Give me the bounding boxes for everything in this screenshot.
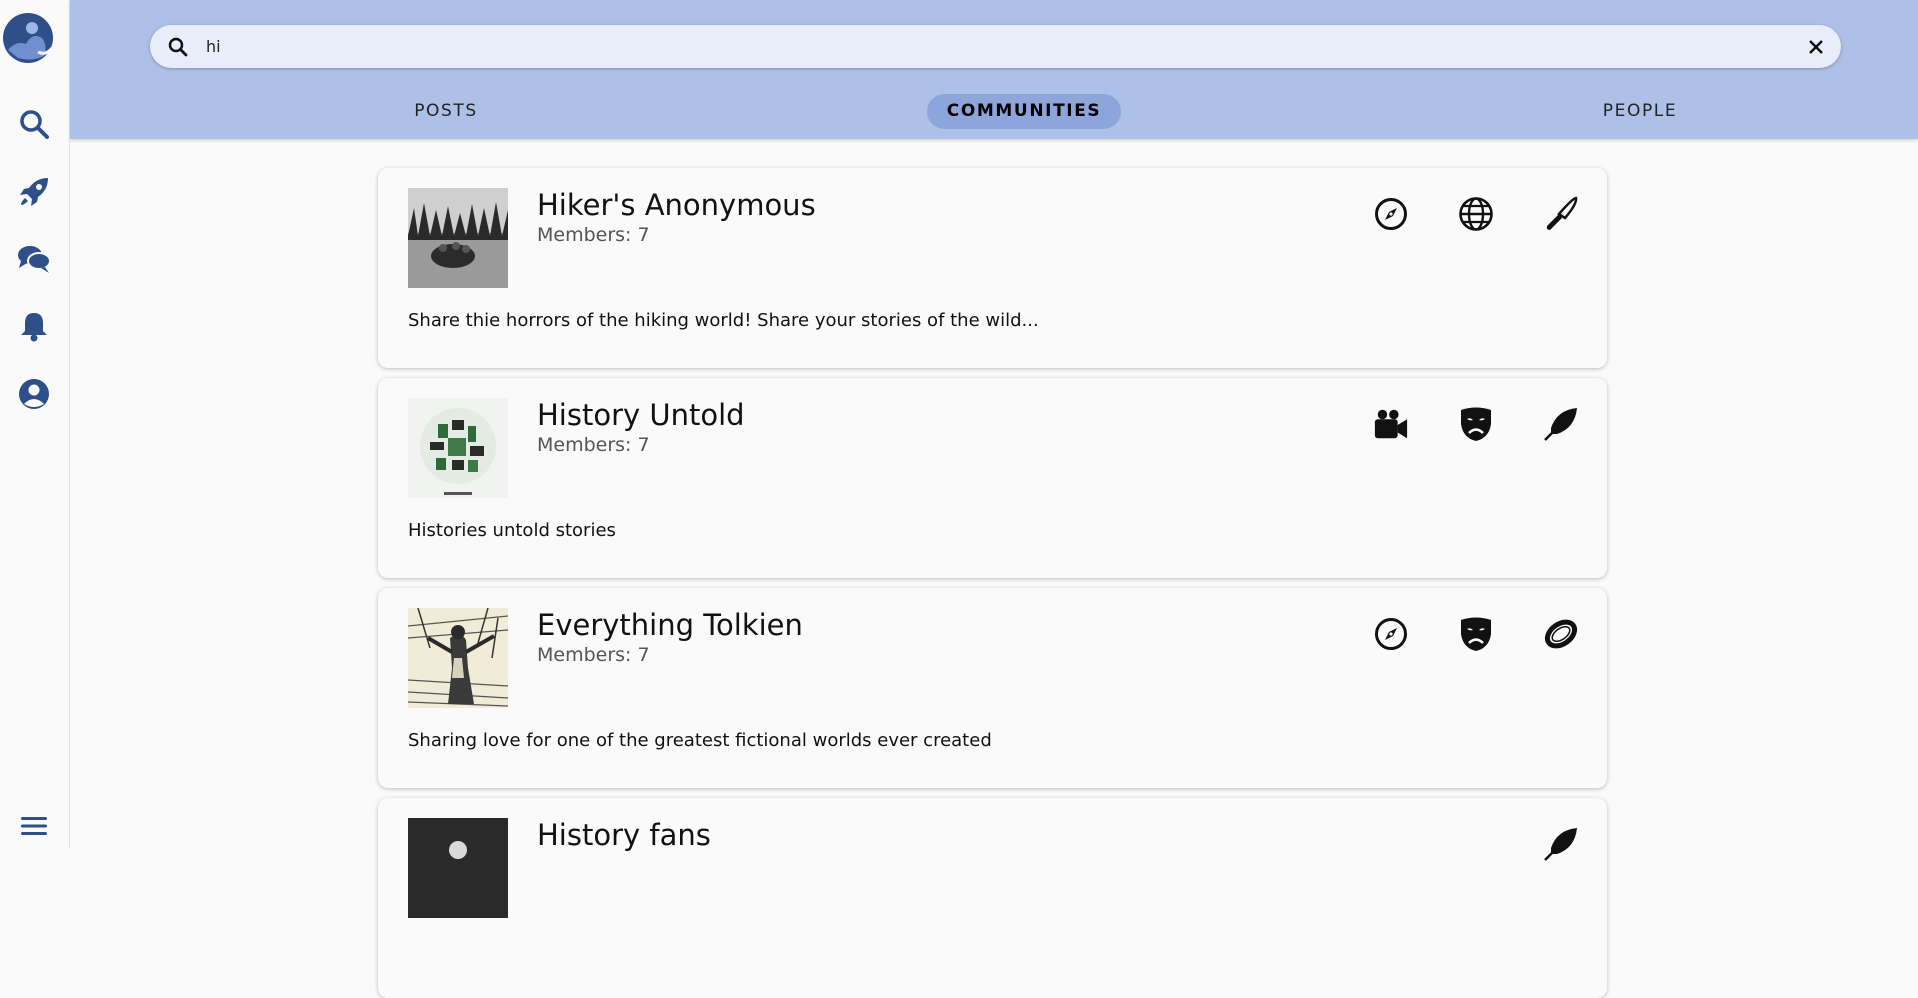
community-card[interactable]: History fans xyxy=(378,798,1607,998)
chat-icon[interactable] xyxy=(16,241,52,277)
search-bar xyxy=(150,25,1841,68)
globe-icon xyxy=(1458,196,1494,232)
user-icon[interactable] xyxy=(16,376,52,412)
community-tags xyxy=(1373,406,1579,442)
community-card[interactable]: Everything Tolkien Members: 7 Sharing lo… xyxy=(378,588,1607,788)
tab-communities-label: COMMUNITIES xyxy=(926,94,1122,129)
search-input[interactable] xyxy=(206,33,1766,60)
community-thumbnail xyxy=(408,188,508,288)
community-description: Share thie horrors of the hiking world! … xyxy=(408,310,1039,331)
ring-icon xyxy=(1543,616,1579,652)
tab-people[interactable]: PEOPLE xyxy=(1530,94,1750,129)
logo-icon[interactable] xyxy=(2,12,54,64)
community-description: Sharing love for one of the greatest fic… xyxy=(408,730,992,751)
tab-posts[interactable]: POSTS xyxy=(386,94,506,129)
community-members: Members: 7 xyxy=(537,644,650,666)
rocket-icon[interactable] xyxy=(16,174,52,210)
compass-icon xyxy=(1373,196,1409,232)
community-name[interactable]: Everything Tolkien xyxy=(537,608,803,642)
feather-icon xyxy=(1543,826,1579,862)
community-card[interactable]: History Untold Members: 7 Histories unto… xyxy=(378,378,1607,578)
theater-mask-icon xyxy=(1458,406,1494,442)
community-name[interactable]: Hiker's Anonymous xyxy=(537,188,816,222)
community-thumbnail xyxy=(408,398,508,498)
community-thumbnail xyxy=(408,818,508,918)
community-description: Histories untold stories xyxy=(408,520,616,541)
video-camera-icon xyxy=(1373,406,1409,442)
community-name[interactable]: History fans xyxy=(537,818,711,852)
feather-icon xyxy=(1543,406,1579,442)
community-members: Members: 7 xyxy=(537,434,650,456)
close-icon[interactable] xyxy=(1805,36,1827,58)
community-members: Members: 7 xyxy=(537,224,650,246)
search-icon xyxy=(167,36,189,58)
theater-mask-icon xyxy=(1458,616,1494,652)
community-tags xyxy=(1543,826,1579,862)
bell-icon[interactable] xyxy=(16,308,52,344)
community-card[interactable]: Hiker's Anonymous Members: 7 Share thie … xyxy=(378,168,1607,368)
compass-icon xyxy=(1373,616,1409,652)
community-name[interactable]: History Untold xyxy=(537,398,745,432)
community-tags xyxy=(1373,616,1579,652)
community-tags xyxy=(1373,196,1579,232)
knife-icon xyxy=(1543,196,1579,232)
search-icon[interactable] xyxy=(16,106,52,142)
tab-communities[interactable]: COMMUNITIES xyxy=(899,94,1149,129)
menu-icon[interactable] xyxy=(16,808,52,844)
search-header: POSTS COMMUNITIES PEOPLE xyxy=(70,0,1918,139)
sidebar xyxy=(0,0,70,849)
community-thumbnail xyxy=(408,608,508,708)
